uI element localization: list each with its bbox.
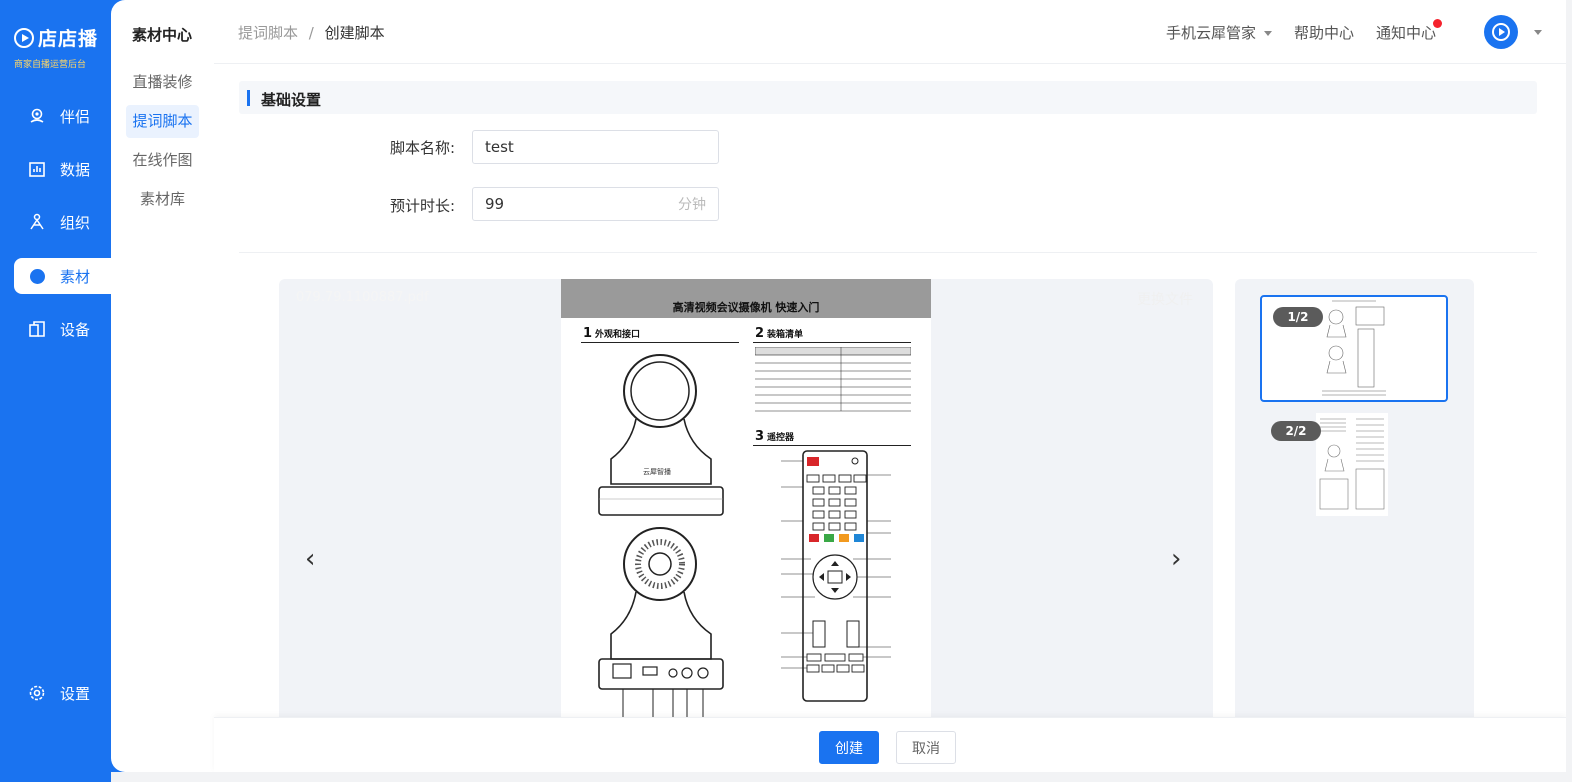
pdf-section-2: 2 装箱清单 [755, 326, 804, 341]
rail-item-org[interactable]: 组织 [14, 204, 112, 240]
pdf-file-name: 079.79.1100887.pdf [296, 290, 429, 305]
pdf-section-2-label: 装箱清单 [767, 330, 804, 340]
rail-item-settings[interactable]: 设置 [14, 675, 112, 711]
change-file-button[interactable]: 更换文件 [1137, 289, 1193, 309]
camera-brand: 云犀智播 [643, 467, 671, 476]
vertical-scrollbar[interactable] [1566, 0, 1572, 772]
logo-icon [14, 27, 34, 48]
companion-icon [28, 107, 46, 125]
main-rail: 店店播 商家自播运营后台 伴侣 数据 组织 素材 设备 设置 [0, 0, 112, 782]
breadcrumb-separator: / [308, 24, 314, 42]
create-button[interactable]: 创建 [819, 731, 879, 764]
cancel-button[interactable]: 取消 [896, 731, 956, 764]
duration-label: 预计时长: [389, 197, 455, 215]
breadcrumb-parent[interactable]: 提词脚本 [238, 24, 298, 42]
rail-item-label: 伴侣 [60, 107, 91, 126]
app-logo[interactable]: 店店播 [14, 24, 98, 51]
pdf-section-3: 3 遥控器 [755, 429, 795, 444]
chart-icon [28, 160, 46, 178]
packing-table [755, 347, 911, 412]
main-content: 提词脚本 / 创建脚本 手机云犀管家 帮助中心 通知中心 基础设置 脚本名称: … [214, 0, 1566, 772]
submenu-title: 素材中心 [132, 26, 193, 44]
next-page-arrow-icon[interactable]: › [1171, 544, 1181, 574]
rail-item-label: 设置 [60, 684, 91, 703]
page-thumbnails: 1/2 2/2 [1235, 279, 1474, 717]
form-footer: 创建 取消 [214, 717, 1566, 772]
section-header: 基础设置 [239, 81, 1537, 114]
thumbnail-page-1[interactable]: 1/2 [1260, 295, 1448, 402]
top-bar: 提词脚本 / 创建脚本 手机云犀管家 帮助中心 通知中心 [214, 0, 1566, 64]
section-title: 基础设置 [261, 91, 322, 109]
page-badge: 1/2 [1273, 307, 1323, 327]
form-divider [239, 252, 1537, 253]
notification-dot-icon [1433, 18, 1442, 28]
thumbnail-image [1316, 413, 1388, 516]
pdf-preview: 高清视频会议摄像机 快速入门 1外观和接口 2装箱清单 3遥控器 云犀智播 [279, 279, 1213, 717]
avatar[interactable] [1484, 15, 1518, 49]
page-badge: 2/2 [1271, 421, 1321, 441]
material-icon [28, 267, 46, 285]
duration-value: 99 [485, 195, 505, 213]
header-actions: 手机云犀管家 帮助中心 通知中心 [1166, 14, 1542, 50]
pdf-rule [581, 342, 739, 343]
pdf-section-1-label: 外观和接口 [595, 330, 641, 340]
thumbnail-page-2[interactable]: 2/2 [1260, 411, 1448, 518]
preview-header-bg-left [279, 279, 561, 318]
rail-item-label: 设备 [60, 320, 91, 339]
rail-item-label: 组织 [60, 213, 91, 232]
rail-item-label: 数据 [60, 160, 91, 179]
remote-illustration [781, 450, 891, 702]
rail-item-companion[interactable]: 伴侣 [14, 98, 112, 134]
cloud-manager-label: 手机云犀管家 [1165, 23, 1256, 42]
rail-item-label: 素材 [60, 267, 91, 286]
window-bottom-edge [111, 772, 1572, 782]
notice-center-link[interactable]: 通知中心 [1375, 18, 1442, 43]
section-accent-bar [247, 90, 250, 106]
rail-item-device[interactable]: 设备 [14, 311, 112, 347]
device-icon [28, 320, 46, 338]
script-name-label: 脚本名称: [389, 139, 455, 157]
submenu-item-script[interactable]: 提词脚本 [126, 105, 199, 138]
logo-subtitle: 商家自播运营后台 [14, 60, 87, 70]
prev-page-arrow-icon[interactable]: ‹ [305, 544, 315, 574]
chevron-down-icon [1263, 30, 1272, 36]
rail-item-data[interactable]: 数据 [14, 151, 112, 187]
submenu-item-online-design[interactable]: 在线作图 [126, 144, 199, 177]
cloud-manager-link[interactable]: 手机云犀管家 [1166, 22, 1272, 43]
submenu-item-decoration[interactable]: 直播装修 [126, 66, 199, 99]
script-name-input[interactable]: test [472, 130, 719, 164]
rail-item-material[interactable]: 素材 [14, 258, 112, 294]
pdf-rule [753, 445, 911, 446]
camera-illustration: 云犀智播 [598, 354, 724, 717]
notice-center-label: 通知中心 [1375, 23, 1436, 42]
pdf-section-3-label: 遥控器 [767, 433, 795, 443]
submenu-panel: 素材中心 直播装修 提词脚本 在线作图 素材库 [111, 0, 214, 772]
thumbnail-image [1318, 297, 1390, 400]
breadcrumb: 提词脚本 / 创建脚本 [238, 22, 385, 43]
gear-icon [28, 684, 46, 702]
help-center-link[interactable]: 帮助中心 [1294, 22, 1354, 43]
submenu-item-library[interactable]: 素材库 [126, 183, 199, 216]
avatar-logo-icon [1492, 23, 1510, 41]
duration-input[interactable]: 99 分钟 [472, 187, 719, 221]
pdf-doc-title: 高清视频会议摄像机 快速入门 [672, 301, 820, 314]
pdf-rule [753, 342, 911, 343]
org-icon [28, 213, 46, 231]
pdf-page: 高清视频会议摄像机 快速入门 1 外观和接口 2 装箱清单 3 遥控器 云犀智播 [561, 279, 931, 717]
pdf-section-1: 1 外观和接口 [583, 326, 641, 341]
duration-suffix: 分钟 [678, 197, 706, 213]
user-menu-chevron-icon[interactable] [1534, 29, 1542, 35]
logo-title: 店店播 [38, 28, 99, 50]
breadcrumb-current: 创建脚本 [324, 24, 385, 42]
script-name-value: test [485, 138, 514, 156]
